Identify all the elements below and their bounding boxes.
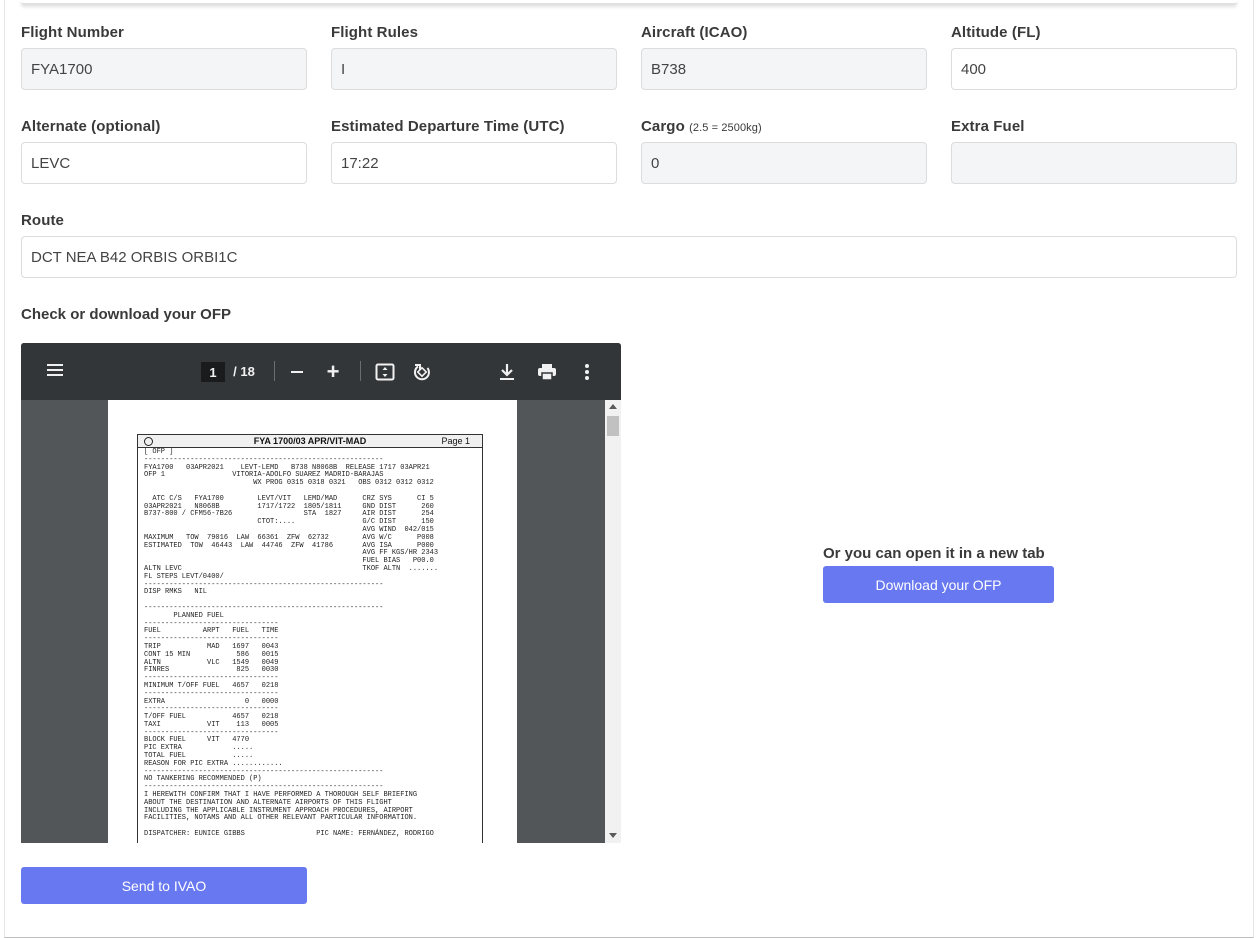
page-total: / 18: [233, 364, 255, 379]
zoom-out-icon[interactable]: [287, 343, 307, 400]
alternate-label: Alternate (optional): [21, 118, 161, 135]
scroll-thumb[interactable]: [607, 416, 619, 436]
altitude-label: Altitude (FL): [951, 24, 1041, 41]
flight-plan-form: Flight Number Flight Rules Aircraft (ICA…: [4, 0, 1254, 938]
route-group: Route: [21, 212, 1237, 278]
aircraft-label: Aircraft (ICAO): [641, 24, 748, 41]
ofp-title: FYA 1700/03 APR/VIT-MAD: [253, 436, 367, 446]
departure-time-group: Estimated Departure Time (UTC): [331, 118, 617, 184]
ofp-document: FYA 1700/03 APR/VIT-MAD Page 1 [ OFP ] -…: [137, 434, 483, 843]
flight-rules-input[interactable]: [331, 48, 617, 90]
alternate-group: Alternate (optional): [21, 118, 307, 184]
menu-icon[interactable]: [45, 343, 67, 400]
fit-page-icon[interactable]: [374, 343, 396, 400]
rotate-icon[interactable]: [411, 343, 433, 400]
extra-fuel-input[interactable]: [951, 142, 1237, 184]
altitude-group: Altitude (FL): [951, 24, 1237, 90]
download-icon[interactable]: [496, 343, 518, 400]
scroll-down-icon[interactable]: [609, 833, 617, 838]
aircraft-input[interactable]: [641, 48, 927, 90]
zoom-in-icon[interactable]: +: [323, 343, 343, 400]
more-vert-icon[interactable]: [577, 343, 597, 400]
pdf-viewer: 1 / 18 + FYA 1700/03 APR/VIT-MAD Page 1 …: [21, 343, 621, 843]
flight-number-label: Flight Number: [21, 24, 124, 41]
top-divider: [21, 0, 1237, 5]
pdf-scrollbar[interactable]: [605, 400, 621, 843]
ofp-section-label: Check or download your OFP: [21, 306, 232, 323]
download-ofp-button[interactable]: Download your OFP: [823, 566, 1054, 603]
departure-time-label: Estimated Departure Time (UTC): [331, 118, 565, 135]
aircraft-group: Aircraft (ICAO): [641, 24, 927, 90]
extra-fuel-group: Extra Fuel: [951, 118, 1237, 184]
toolbar-separator: [360, 361, 361, 381]
flight-number-group: Flight Number: [21, 24, 307, 90]
cargo-label: Cargo (2.5 = 2500kg): [641, 118, 762, 135]
pdf-page: FYA 1700/03 APR/VIT-MAD Page 1 [ OFP ] -…: [108, 400, 517, 843]
send-to-ivao-button[interactable]: Send to IVAO: [21, 867, 307, 904]
cargo-label-text: Cargo: [641, 118, 685, 135]
departure-time-input[interactable]: [331, 142, 617, 184]
pdf-toolbar: 1 / 18 +: [21, 343, 621, 400]
route-label: Route: [21, 212, 64, 229]
cargo-group: Cargo (2.5 = 2500kg): [641, 118, 927, 184]
cargo-note: (2.5 = 2500kg): [689, 122, 762, 134]
flight-rules-group: Flight Rules: [331, 24, 617, 90]
page-number-input[interactable]: 1: [201, 362, 225, 382]
altitude-input[interactable]: [951, 48, 1237, 90]
toolbar-separator: [274, 361, 275, 381]
open-new-tab-label: Or you can open it in a new tab: [823, 545, 1045, 562]
ofp-body-text: [ OFP ] --------------------------------…: [144, 448, 439, 839]
cargo-input[interactable]: [641, 142, 927, 184]
route-input[interactable]: [21, 236, 1237, 278]
print-icon[interactable]: [536, 343, 558, 400]
alternate-input[interactable]: [21, 142, 307, 184]
ofp-header: FYA 1700/03 APR/VIT-MAD Page 1: [138, 435, 482, 448]
extra-fuel-label: Extra Fuel: [951, 118, 1025, 135]
scroll-up-icon[interactable]: [609, 404, 617, 409]
ofp-page-label: Page 1: [441, 436, 470, 446]
flight-rules-label: Flight Rules: [331, 24, 419, 41]
flight-number-input[interactable]: [21, 48, 307, 90]
pdf-canvas[interactable]: FYA 1700/03 APR/VIT-MAD Page 1 [ OFP ] -…: [21, 400, 605, 843]
